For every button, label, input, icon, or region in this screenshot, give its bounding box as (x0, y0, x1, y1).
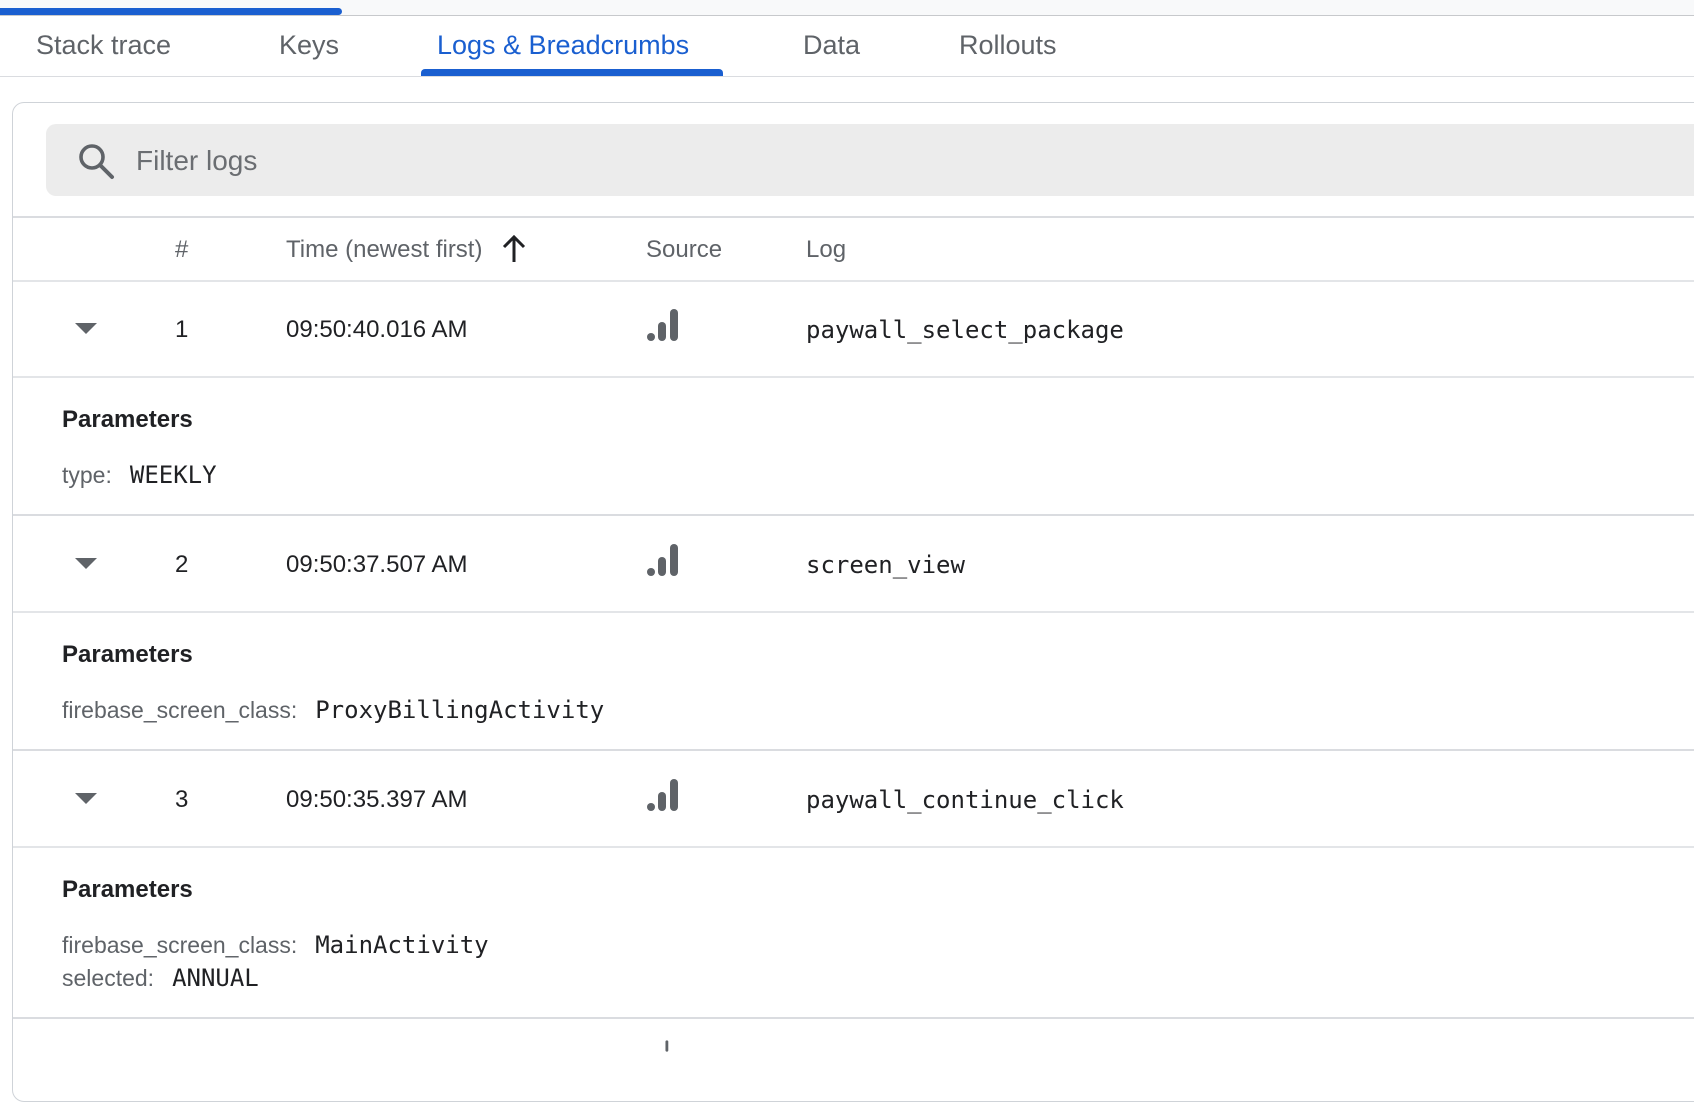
chevron-down-icon[interactable] (74, 557, 98, 571)
entry-divider (13, 749, 1694, 751)
param-row: type: WEEKLY (62, 461, 217, 489)
filter-logs-input[interactable] (134, 136, 1638, 186)
param-key: firebase_screen_class: (62, 932, 298, 958)
loading-progress-bar (0, 8, 342, 15)
tab-stack-trace[interactable]: Stack trace (36, 29, 171, 89)
parameters-title: Parameters (62, 641, 193, 668)
row-divider (13, 611, 1694, 613)
active-tab-indicator (421, 69, 723, 76)
row-divider (13, 846, 1694, 848)
filter-logs-bar[interactable] (46, 124, 1694, 196)
param-key: type: (62, 462, 112, 488)
row-log: screen_view (806, 551, 965, 579)
arrow-up-icon[interactable] (500, 233, 528, 265)
row-time: 09:50:40.016 AM (286, 316, 468, 343)
search-icon (79, 144, 114, 179)
parameters-title: Parameters (62, 406, 193, 433)
analytics-icon (647, 309, 678, 341)
param-row: firebase_screen_class: MainActivity (62, 931, 489, 959)
tab-keys[interactable]: Keys (279, 29, 339, 89)
param-value: MainActivity (315, 931, 489, 959)
chevron-down-icon[interactable] (74, 792, 98, 806)
param-value: ANNUAL (172, 964, 259, 992)
tab-data[interactable]: Data (803, 29, 860, 89)
row-log: paywall_continue_click (806, 786, 1124, 814)
header-index: # (175, 236, 189, 263)
header-divider (13, 280, 1694, 282)
header-source: Source (646, 236, 723, 263)
param-value: ProxyBillingActivity (315, 696, 605, 724)
analytics-icon (647, 544, 678, 576)
header-time[interactable]: Time (newest first) (286, 236, 482, 264)
parameters-title: Parameters (62, 876, 193, 903)
header-log: Log (806, 236, 847, 263)
chevron-down-icon[interactable] (74, 322, 98, 336)
param-row: selected: ANNUAL (62, 964, 259, 992)
row-index: 1 (175, 316, 189, 343)
row-log: paywall_select_package (806, 316, 1124, 344)
row-divider (13, 376, 1694, 378)
tab-bar: Stack trace Keys Logs & Breadcrumbs Data… (0, 16, 1694, 77)
row-time: 09:50:35.397 AM (286, 786, 468, 813)
param-row: firebase_screen_class: ProxyBillingActivi… (62, 696, 604, 724)
analytics-icon (665, 1040, 669, 1052)
row-index: 3 (175, 786, 189, 813)
param-key: selected: (62, 965, 155, 991)
row-time: 09:50:37.507 AM (286, 551, 468, 578)
param-value: WEEKLY (129, 461, 217, 489)
tab-rollouts[interactable]: Rollouts (959, 29, 1057, 89)
tab-logs-breadcrumbs[interactable]: Logs & Breadcrumbs (437, 29, 689, 89)
entry-divider (13, 514, 1694, 516)
analytics-icon (647, 779, 678, 811)
entry-divider (13, 1017, 1694, 1019)
row-index: 2 (175, 551, 189, 578)
param-key: firebase_screen_class: (62, 697, 298, 723)
table-top-divider (13, 216, 1694, 218)
